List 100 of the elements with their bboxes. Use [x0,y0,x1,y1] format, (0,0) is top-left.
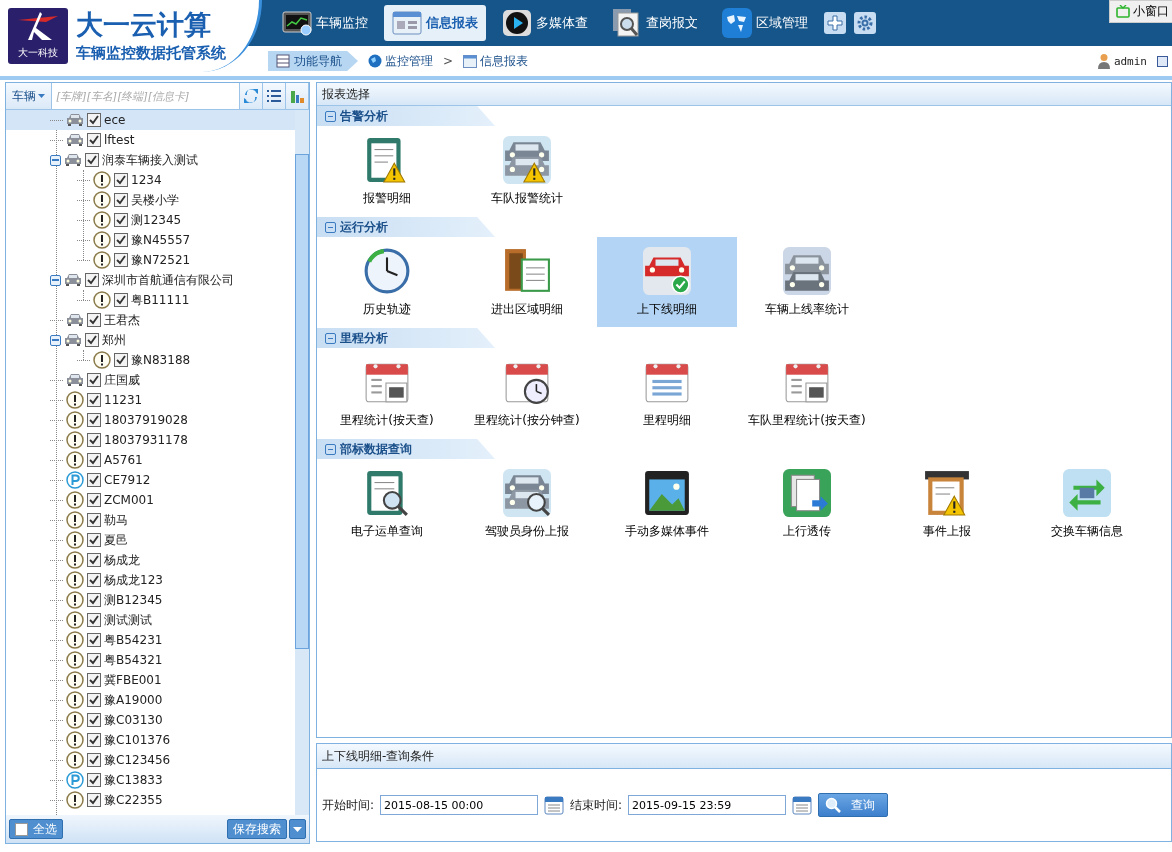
checkbox[interactable] [87,573,101,587]
checkbox[interactable] [87,513,101,527]
checkbox[interactable] [87,653,101,667]
report-item[interactable]: 里程统计(按分钟查) [457,348,597,438]
tree-row[interactable]: 测试测试 [50,610,295,630]
report-item[interactable]: 交换车辆信息 [1017,459,1157,549]
checkbox[interactable] [87,713,101,727]
tree-row[interactable]: 18037931178 [50,430,295,450]
checkbox[interactable] [87,753,101,767]
checkbox[interactable] [85,273,99,287]
tree-row[interactable]: 深圳市首航通信有限公司 [50,270,295,290]
report-item[interactable]: 里程明细 [597,348,737,438]
collapse-toggle[interactable] [50,274,61,286]
report-item[interactable]: 上行透传 [737,459,877,549]
checkbox[interactable] [87,313,101,327]
search-field[interactable]: [车牌][车名][终端][信息卡] [52,83,240,109]
tree-row[interactable]: 粤B54321 [50,650,295,670]
tree-row[interactable]: 18037919028 [50,410,295,430]
report-item[interactable]: 里程统计(按天查) [317,348,457,438]
tree-row[interactable]: 豫C03130 [50,710,295,730]
tree-row[interactable]: 测B12345 [50,590,295,610]
tree-row[interactable]: 郑州 [50,330,295,350]
nav-tab[interactable]: 信息报表 [384,5,486,41]
tree-row[interactable]: 豫C22355 [50,790,295,810]
tree-row[interactable]: 庄国威 [50,370,295,390]
checkbox[interactable] [87,133,101,147]
function-nav-button[interactable]: 功能导航 [268,51,358,71]
checkbox[interactable] [87,773,101,787]
checkbox[interactable] [87,393,101,407]
report-item[interactable]: 驾驶员身份上报 [457,459,597,549]
checkbox[interactable] [114,293,128,307]
section-header[interactable]: 部标数据查询 [317,439,495,459]
section-header[interactable]: 告警分析 [317,106,495,126]
checkbox[interactable] [87,693,101,707]
checkbox[interactable] [87,793,101,807]
tree-row[interactable]: 润泰车辆接入测试 [50,150,295,170]
checkbox[interactable] [114,213,128,227]
checkbox[interactable] [87,533,101,547]
section-header[interactable]: 运行分析 [317,217,495,237]
checkbox[interactable] [87,613,101,627]
report-item[interactable]: 车辆上线率统计 [737,237,877,327]
checkbox[interactable] [114,253,128,267]
calendar-button[interactable] [544,795,565,815]
report-item[interactable]: 报警明细 [317,126,457,216]
tree-row[interactable]: A5761 [50,450,295,470]
nav-tab[interactable]: 车辆监控 [274,5,376,41]
collapse-toggle[interactable] [50,154,61,166]
tree-row[interactable]: 勒马 [50,510,295,530]
report-item[interactable]: 电子运单查询 [317,459,457,549]
tree-row[interactable]: 豫N83188 [77,350,295,370]
tree-row[interactable]: 豫N45557 [77,230,295,250]
checkbox[interactable] [87,373,101,387]
report-item[interactable]: 历史轨迹 [317,237,457,327]
section-header[interactable]: 里程分析 [317,328,495,348]
tree-row[interactable]: 吴楼小学 [77,190,295,210]
checkbox[interactable] [87,633,101,647]
tree-row[interactable]: ece [6,110,295,130]
end-time-field[interactable]: 2015-09-15 23:59 [628,795,787,815]
tree-row[interactable]: 冀FBE001 [50,670,295,690]
settings-button[interactable] [854,12,876,34]
checkbox[interactable] [87,493,101,507]
report-item[interactable]: 进出区域明细 [457,237,597,327]
collapse-toggle[interactable] [50,334,61,346]
tree-row[interactable]: 测12345 [77,210,295,230]
report-item[interactable]: 事件上报 [877,459,1017,549]
window-icon[interactable] [1157,55,1168,67]
tree-row[interactable]: 豫A19000 [50,690,295,710]
checkbox[interactable] [87,473,101,487]
tree-row[interactable]: 粤B11111 [77,290,295,310]
start-time-field[interactable]: 2015-08-15 00:00 [380,795,539,815]
tree-row[interactable]: 11231 [50,390,295,410]
checkbox[interactable] [114,193,128,207]
calendar-button[interactable] [792,795,813,815]
report-item[interactable]: 手动多媒体事件 [597,459,737,549]
scrollbar-thumb[interactable] [295,154,309,649]
checkbox[interactable] [114,353,128,367]
nav-tab[interactable]: 区域管理 [714,5,816,41]
tree-row[interactable]: 豫C13833 [50,770,295,790]
report-item[interactable]: 车队里程统计(按天查) [737,348,877,438]
report-item[interactable]: 车队报警统计 [457,126,597,216]
checkbox[interactable] [114,173,128,187]
mini-window-button[interactable]: 小窗口 [1109,0,1172,23]
tree-row[interactable]: 王君杰 [50,310,295,330]
checkbox[interactable] [87,593,101,607]
tree-row[interactable]: lftest [50,130,295,150]
checkbox[interactable] [87,113,101,127]
checkbox[interactable] [87,673,101,687]
tree-row[interactable]: 杨成龙123 [50,570,295,590]
tree-row[interactable]: 豫C101376 [50,730,295,750]
checkbox[interactable] [87,453,101,467]
tree-row[interactable]: 1234 [77,170,295,190]
tree-row[interactable]: 杨成龙 [50,550,295,570]
checkbox[interactable] [87,413,101,427]
breadcrumb-link[interactable]: 监控管理 [385,52,433,70]
dropdown-button[interactable] [289,819,306,839]
checkbox[interactable] [85,153,99,167]
checkbox[interactable] [87,733,101,747]
tree-row[interactable]: 豫N72521 [77,250,295,270]
tree-row[interactable]: 粤B54231 [50,630,295,650]
checkbox[interactable] [87,433,101,447]
